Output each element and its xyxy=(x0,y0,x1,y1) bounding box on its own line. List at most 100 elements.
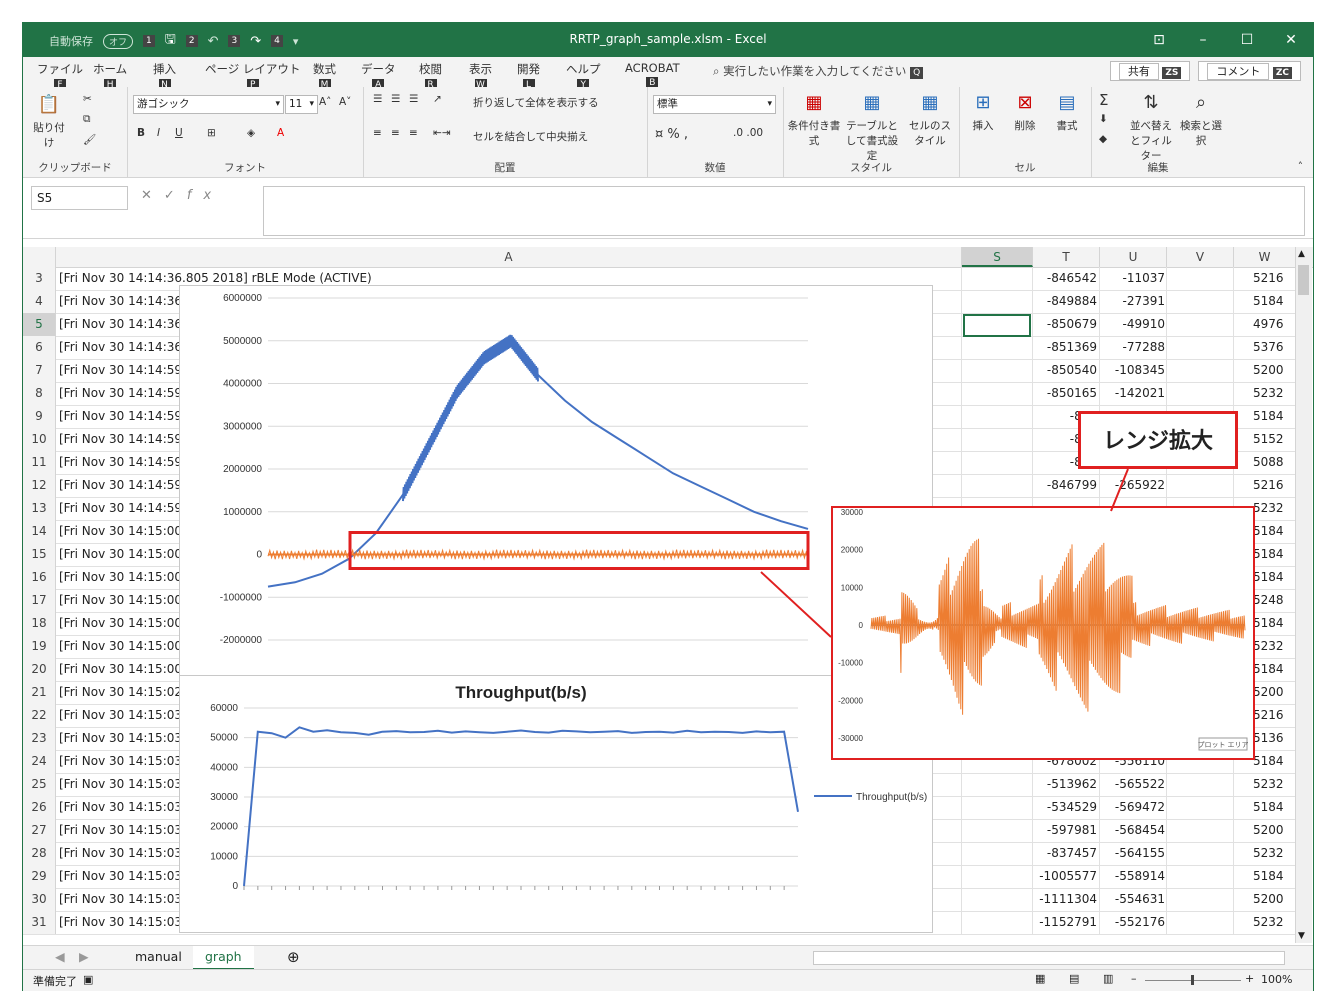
currency-percent-comma-icons[interactable]: ¤ % , xyxy=(655,127,688,142)
insert-cells-button[interactable]: ⊞ 挿入 xyxy=(963,91,1003,133)
decrease-font-icon[interactable]: A˅ xyxy=(339,96,351,108)
cell-u[interactable]: -565522 xyxy=(1101,773,1165,796)
row-header[interactable]: 11 xyxy=(23,451,56,474)
column-header-u[interactable]: U xyxy=(1100,247,1167,267)
cell-w[interactable]: 5200 xyxy=(1253,888,1297,911)
add-sheet-icon[interactable]: ⊕ xyxy=(275,946,312,968)
cell-w[interactable]: 5184 xyxy=(1253,796,1297,819)
orientation-icon[interactable]: ↗ xyxy=(433,93,442,105)
cell-w[interactable]: 5184 xyxy=(1253,612,1297,635)
row-header[interactable]: 21 xyxy=(23,681,56,704)
cell-w[interactable]: 5248 xyxy=(1253,589,1297,612)
share-button[interactable]: 共有 ZS xyxy=(1109,61,1191,81)
cell-w[interactable]: 5376 xyxy=(1253,336,1297,359)
cell-a[interactable]: [Fri Nov 30 14:15:03 xyxy=(59,888,182,911)
format-cells-button[interactable]: ▤ 書式 xyxy=(1047,91,1087,133)
cell-w[interactable]: 5088 xyxy=(1253,451,1297,474)
cell-u[interactable]: -564155 xyxy=(1101,842,1165,865)
cell-u[interactable]: -11037 xyxy=(1101,267,1165,290)
comment-button[interactable]: コメント ZC xyxy=(1198,61,1301,81)
cell-w[interactable]: 5184 xyxy=(1253,520,1297,543)
normal-view-icon[interactable]: ▦ xyxy=(1035,972,1045,985)
cell-w[interactable]: 5152 xyxy=(1253,428,1297,451)
cell-a[interactable]: [Fri Nov 30 14:15:03 xyxy=(59,865,182,888)
function-icon[interactable]: fx xyxy=(187,188,223,203)
wrap-text-button[interactable]: 折り返して全体を表示する xyxy=(473,95,599,110)
cell-w[interactable]: 5200 xyxy=(1253,819,1297,842)
next-sheet-icon[interactable]: ▶ xyxy=(67,946,101,968)
cell-u[interactable]: -558914 xyxy=(1101,865,1165,888)
cut-icon[interactable]: ✂ xyxy=(83,93,92,105)
cell-w[interactable]: 5200 xyxy=(1253,359,1297,382)
row-header[interactable]: 22 xyxy=(23,704,56,727)
cell-t[interactable]: -597981 xyxy=(1033,819,1097,842)
autosum-icon[interactable]: Σ xyxy=(1099,91,1108,109)
cell-t[interactable]: -850540 xyxy=(1033,359,1097,382)
cell-w[interactable]: 5184 xyxy=(1253,658,1297,681)
macro-record-icon[interactable]: ▣ xyxy=(83,973,93,986)
cell-a[interactable]: [Fri Nov 30 14:15:00 xyxy=(59,635,182,658)
cell-w[interactable]: 5184 xyxy=(1253,543,1297,566)
cell-w[interactable]: 5232 xyxy=(1253,497,1297,520)
cell-u[interactable]: -552176 xyxy=(1101,911,1165,934)
cell-t[interactable]: -837457 xyxy=(1033,842,1097,865)
column-header-s[interactable]: S xyxy=(962,247,1033,267)
cell-w[interactable]: 5232 xyxy=(1253,635,1297,658)
row-header[interactable]: 6 xyxy=(23,336,56,359)
align-top-icon[interactable]: ☰ xyxy=(373,93,382,105)
cell-w[interactable]: 5184 xyxy=(1253,566,1297,589)
scroll-thumb[interactable] xyxy=(1298,265,1309,295)
copy-icon[interactable]: ⧉ xyxy=(83,113,91,126)
indent-icon[interactable]: ⇤⇥ xyxy=(433,127,451,139)
horizontal-scrollbar[interactable] xyxy=(813,951,1285,965)
cell-a[interactable]: [Fri Nov 30 14:14:36 xyxy=(59,313,182,336)
page-break-icon[interactable]: ▥ xyxy=(1103,972,1113,985)
cell-w[interactable]: 5216 xyxy=(1253,704,1297,727)
row-header[interactable]: 31 xyxy=(23,911,56,934)
sheet-tab-manual[interactable]: manual xyxy=(123,946,194,968)
zoom-in-icon[interactable]: + xyxy=(1245,972,1254,985)
cell-t[interactable]: -1005577 xyxy=(1033,865,1097,888)
cell-u[interactable]: -77288 xyxy=(1101,336,1165,359)
cell-a[interactable]: [Fri Nov 30 14:14:59 xyxy=(59,497,182,520)
cell-a[interactable]: [Fri Nov 30 14:15:00 xyxy=(59,543,182,566)
cell-u[interactable]: -27391 xyxy=(1101,290,1165,313)
zoom-slider-thumb[interactable] xyxy=(1191,975,1194,985)
cell-u[interactable]: -49910 xyxy=(1101,313,1165,336)
cell-a[interactable]: [Fri Nov 30 14:15:00 xyxy=(59,566,182,589)
increase-font-icon[interactable]: A˄ xyxy=(319,96,331,108)
scroll-down-icon[interactable]: ▼ xyxy=(1298,931,1305,941)
column-header-t[interactable]: T xyxy=(1033,247,1100,267)
cell-a[interactable]: [Fri Nov 30 14:14:36 xyxy=(59,336,182,359)
row-header[interactable]: 15 xyxy=(23,543,56,566)
row-header[interactable]: 27 xyxy=(23,819,56,842)
cell-w[interactable]: 5184 xyxy=(1253,405,1297,428)
row-header[interactable]: 4 xyxy=(23,290,56,313)
select-all-corner[interactable] xyxy=(23,247,56,267)
row-header[interactable]: 17 xyxy=(23,589,56,612)
cell-a[interactable]: [Fri Nov 30 14:15:03 xyxy=(59,727,182,750)
format-painter-icon[interactable]: 🖌 xyxy=(83,133,96,146)
cell-w[interactable]: 5216 xyxy=(1253,267,1297,290)
page-layout-icon[interactable]: ▤ xyxy=(1069,972,1079,985)
cell-w[interactable]: 5184 xyxy=(1253,750,1297,773)
underline-button[interactable]: U xyxy=(175,127,183,139)
cell-u[interactable]: -142021 xyxy=(1101,382,1165,405)
column-header-w[interactable]: W xyxy=(1234,247,1296,267)
row-header[interactable]: 14 xyxy=(23,520,56,543)
cell-t[interactable]: -1111304 xyxy=(1033,888,1097,911)
delete-cells-button[interactable]: ⊠ 削除 xyxy=(1005,91,1045,133)
row-header[interactable]: 30 xyxy=(23,888,56,911)
cell-t[interactable]: -850679 xyxy=(1033,313,1097,336)
row-header[interactable]: 10 xyxy=(23,428,56,451)
row-header[interactable]: 19 xyxy=(23,635,56,658)
cell-t[interactable]: -851369 xyxy=(1033,336,1097,359)
cell-a[interactable]: [Fri Nov 30 14:14:36 xyxy=(59,290,182,313)
cell-u[interactable]: -108345 xyxy=(1101,359,1165,382)
close-icon[interactable]: ✕ xyxy=(1269,23,1313,57)
row-header[interactable]: 7 xyxy=(23,359,56,382)
main-chart[interactable]: 6000000 5000000 4000000 3000000 2000000 10000… xyxy=(179,285,933,677)
cell-styles-button[interactable]: ▦ セルのスタイル xyxy=(905,91,955,148)
cell-t[interactable]: -849884 xyxy=(1033,290,1097,313)
collapse-ribbon-icon[interactable]: ˄ xyxy=(1298,161,1303,173)
